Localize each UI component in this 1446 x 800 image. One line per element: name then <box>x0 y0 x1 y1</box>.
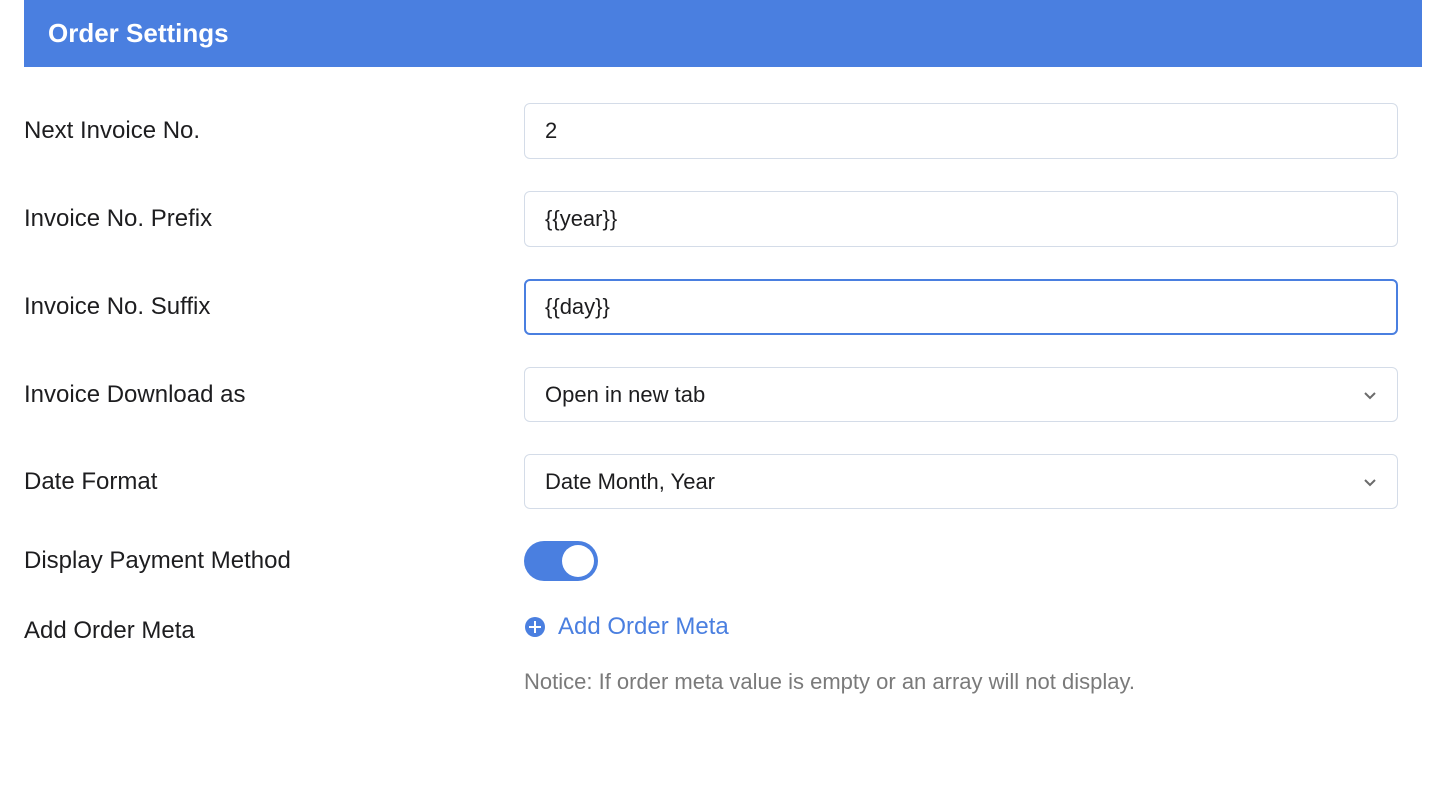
toggle-display-payment-method[interactable] <box>524 541 598 581</box>
label-invoice-suffix: Invoice No. Suffix <box>24 293 524 321</box>
notice-text: Notice: If order meta value is empty or … <box>524 669 1422 695</box>
row-next-invoice-no: Next Invoice No. <box>0 87 1446 175</box>
panel-header: Order Settings <box>24 0 1422 67</box>
label-next-invoice-no: Next Invoice No. <box>24 117 524 145</box>
row-date-format: Date Format Date Month, Year <box>0 438 1446 525</box>
label-add-order-meta: Add Order Meta <box>24 613 524 645</box>
add-order-meta-button-label: Add Order Meta <box>558 613 729 641</box>
input-invoice-suffix[interactable] <box>524 279 1398 335</box>
row-invoice-suffix: Invoice No. Suffix <box>0 263 1446 351</box>
row-invoice-prefix: Invoice No. Prefix <box>0 175 1446 263</box>
label-date-format: Date Format <box>24 468 524 496</box>
panel-title: Order Settings <box>48 18 229 48</box>
plus-circle-icon <box>524 616 546 638</box>
toggle-knob <box>562 545 594 577</box>
input-next-invoice-no[interactable] <box>524 103 1398 159</box>
add-order-meta-button[interactable]: Add Order Meta <box>524 613 729 641</box>
row-invoice-download: Invoice Download as Open in new tab <box>0 351 1446 438</box>
input-invoice-prefix[interactable] <box>524 191 1398 247</box>
select-date-format[interactable]: Date Month, Year <box>524 454 1398 509</box>
select-invoice-download[interactable]: Open in new tab <box>524 367 1398 422</box>
row-add-order-meta: Add Order Meta Add Order Meta <box>0 597 1446 661</box>
label-display-payment-method: Display Payment Method <box>24 547 524 575</box>
label-invoice-download: Invoice Download as <box>24 381 524 409</box>
row-notice: Notice: If order meta value is empty or … <box>0 661 1446 719</box>
label-invoice-prefix: Invoice No. Prefix <box>24 205 524 233</box>
row-display-payment-method: Display Payment Method <box>0 525 1446 597</box>
